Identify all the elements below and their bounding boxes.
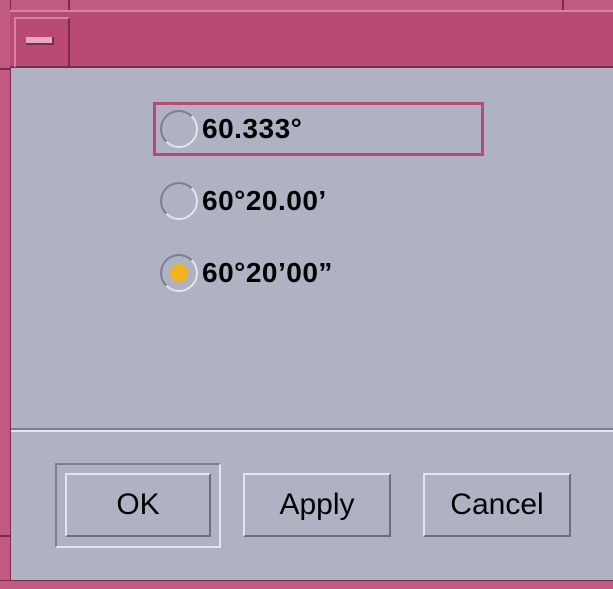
angle-format-dialog: 60.333° 60°20.00’ 60°20’00” OK Apply Can… <box>0 0 613 589</box>
radio-button-icon[interactable] <box>160 182 198 220</box>
radio-option-degrees-minutes-seconds[interactable]: 60°20’00” <box>160 252 333 294</box>
radio-button-selected-icon[interactable] <box>160 254 198 292</box>
window-frame-left[interactable] <box>0 0 11 589</box>
apply-button[interactable]: Apply <box>243 473 391 537</box>
radio-button-icon[interactable] <box>160 110 198 148</box>
ok-button[interactable]: OK <box>65 473 211 537</box>
separator <box>11 428 613 432</box>
radio-option-label: 60°20.00’ <box>202 185 327 216</box>
radio-option-label: 60.333° <box>202 113 303 144</box>
cancel-button[interactable]: Cancel <box>423 473 571 537</box>
radio-option-decimal-degrees[interactable]: 60.333° <box>160 108 302 150</box>
radio-option-degrees-decimal-minutes[interactable]: 60°20.00’ <box>160 180 327 222</box>
selected-dot-icon <box>170 264 188 282</box>
dialog-content: 60.333° 60°20.00’ 60°20’00” OK Apply Can… <box>11 68 613 581</box>
window-menu-icon <box>26 37 54 45</box>
window-menu-button[interactable] <box>14 17 70 68</box>
radio-option-label: 60°20’00” <box>202 257 333 288</box>
window-frame-bottom[interactable] <box>0 580 613 589</box>
title-bar[interactable] <box>10 10 613 68</box>
